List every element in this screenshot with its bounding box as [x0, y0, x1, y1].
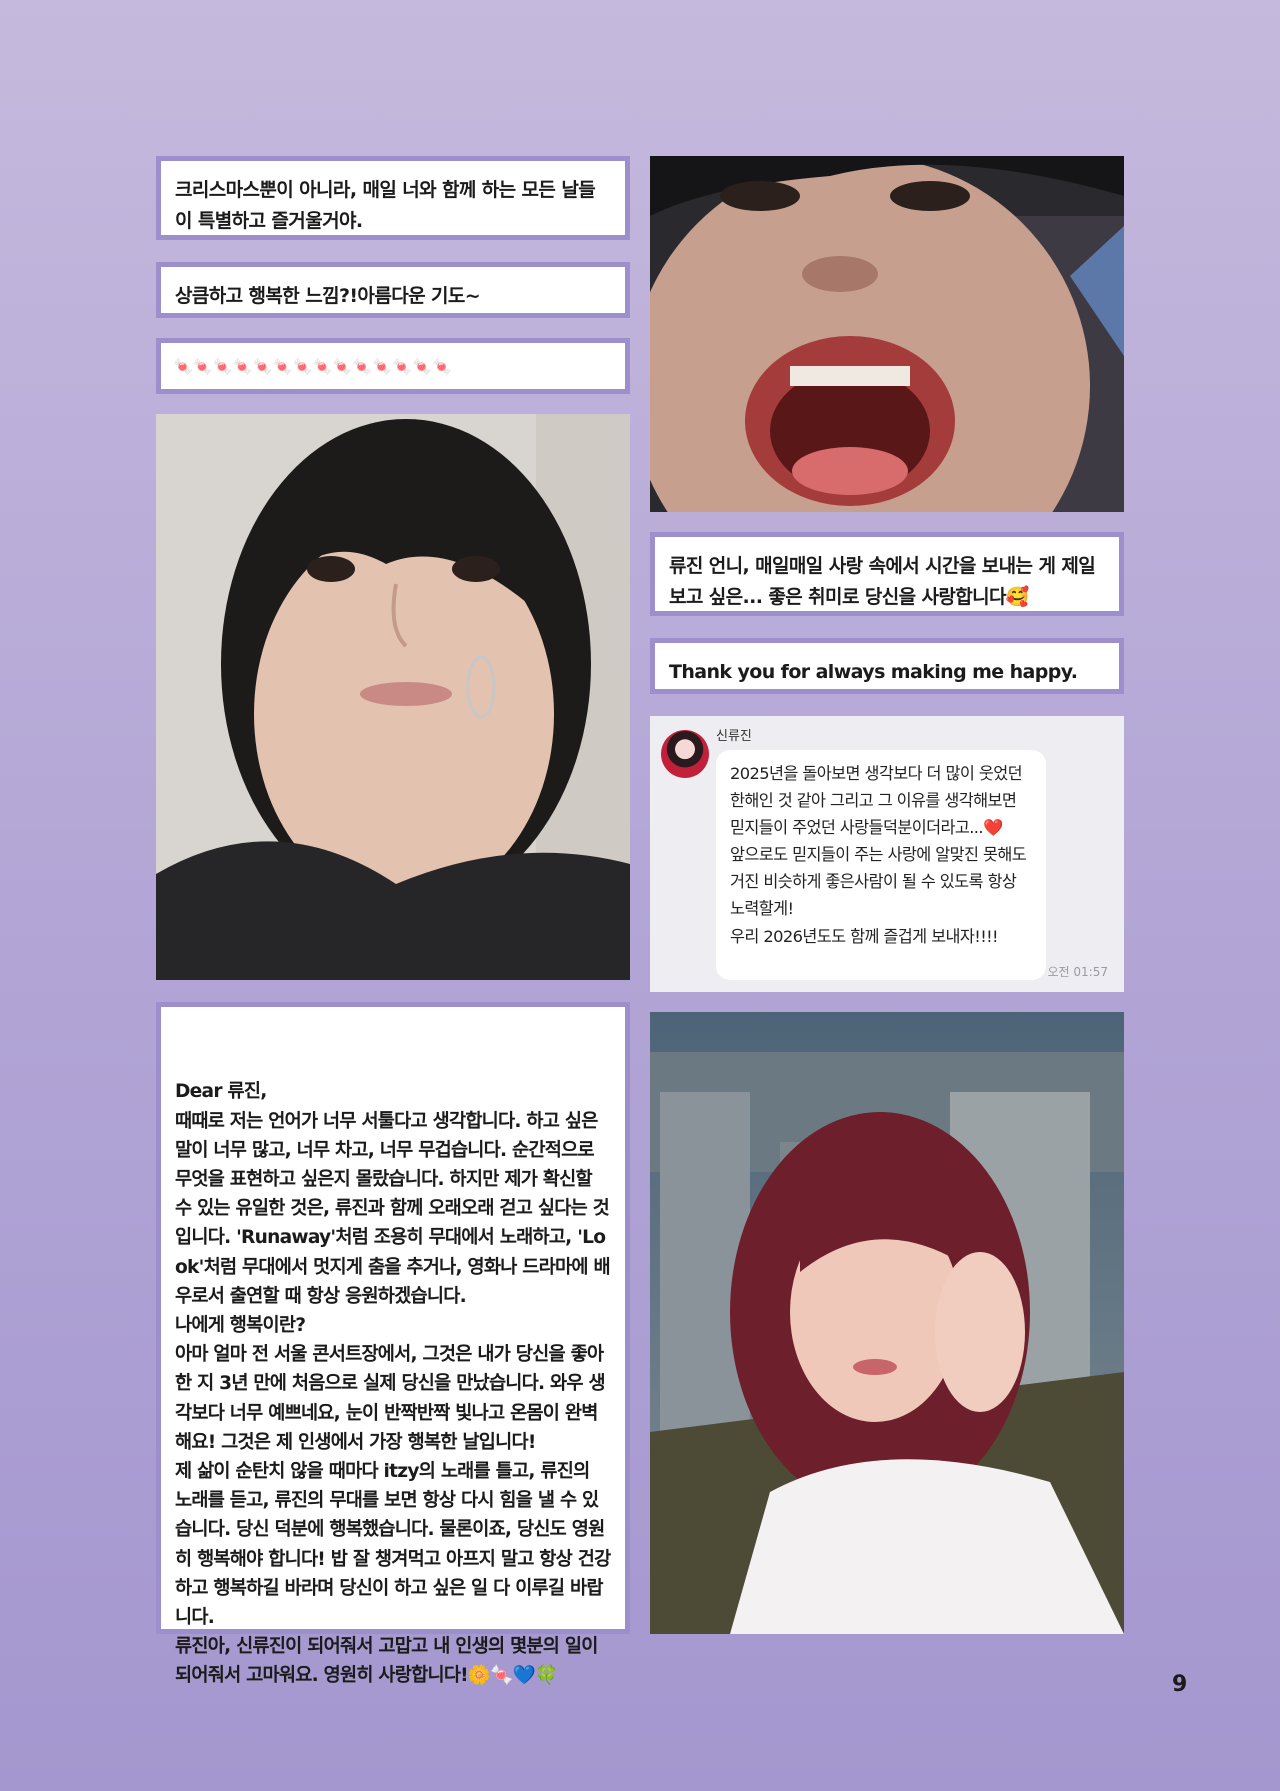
page-number: 9	[1172, 1672, 1188, 1697]
photo-selfie	[156, 414, 630, 980]
chat-sender-name: 신류진	[716, 729, 752, 744]
chat-message-card: 신류진 2025년을 돌아보면 생각보다 더 많이 웃었던 한해인 것 같아 그…	[650, 716, 1124, 992]
fan-letter-text: Dear 류진, 때때로 저는 언어가 너무 서툴다고 생각합니다. 하고 싶은…	[175, 1081, 611, 1687]
note-christmas: 크리스마스뿐이 아니라, 매일 너와 함께 하는 모든 날들이 특별하고 즐거울…	[156, 156, 630, 240]
photo-open-mouth	[650, 156, 1124, 512]
note-candy-emoji: 🍬🍬🍬🍬🍬🍬🍬🍬🍬🍬🍬🍬🍬🍬	[156, 338, 630, 394]
portrait-illustration	[650, 1012, 1124, 1634]
note-prayer-text: 상큼하고 행복한 느낌?!아름다운 기도~	[175, 285, 481, 307]
chat-timestamp: 오전 01:57	[1047, 965, 1108, 979]
fan-letter: Dear 류진, 때때로 저는 언어가 너무 서툴다고 생각합니다. 하고 싶은…	[156, 1002, 630, 1686]
avatar	[661, 730, 709, 778]
note-thank-you: Thank you for always making me happy.	[650, 638, 1124, 694]
photo-red-hair-portrait	[650, 1012, 1124, 1634]
candy-emoji-strip: 🍬🍬🍬🍬🍬🍬🍬🍬🍬🍬🍬🍬🍬🍬	[173, 356, 452, 376]
note-hobby-text: 류진 언니, 매일매일 사랑 속에서 시간을 보내는 게 제일 보고 싶은...…	[669, 555, 1096, 608]
note-christmas-text: 크리스마스뿐이 아니라, 매일 너와 함께 하는 모든 날들이 특별하고 즐거울…	[175, 179, 596, 232]
open-mouth-illustration	[650, 156, 1124, 512]
chat-bubble: 2025년을 돌아보면 생각보다 더 많이 웃었던 한해인 것 같아 그리고 그…	[716, 750, 1046, 980]
selfie-illustration	[156, 414, 630, 980]
note-prayer: 상큼하고 행복한 느낌?!아름다운 기도~	[156, 262, 630, 318]
note-hobby: 류진 언니, 매일매일 사랑 속에서 시간을 보내는 게 제일 보고 싶은...…	[650, 532, 1124, 616]
note-thank-you-text: Thank you for always making me happy.	[669, 661, 1078, 683]
